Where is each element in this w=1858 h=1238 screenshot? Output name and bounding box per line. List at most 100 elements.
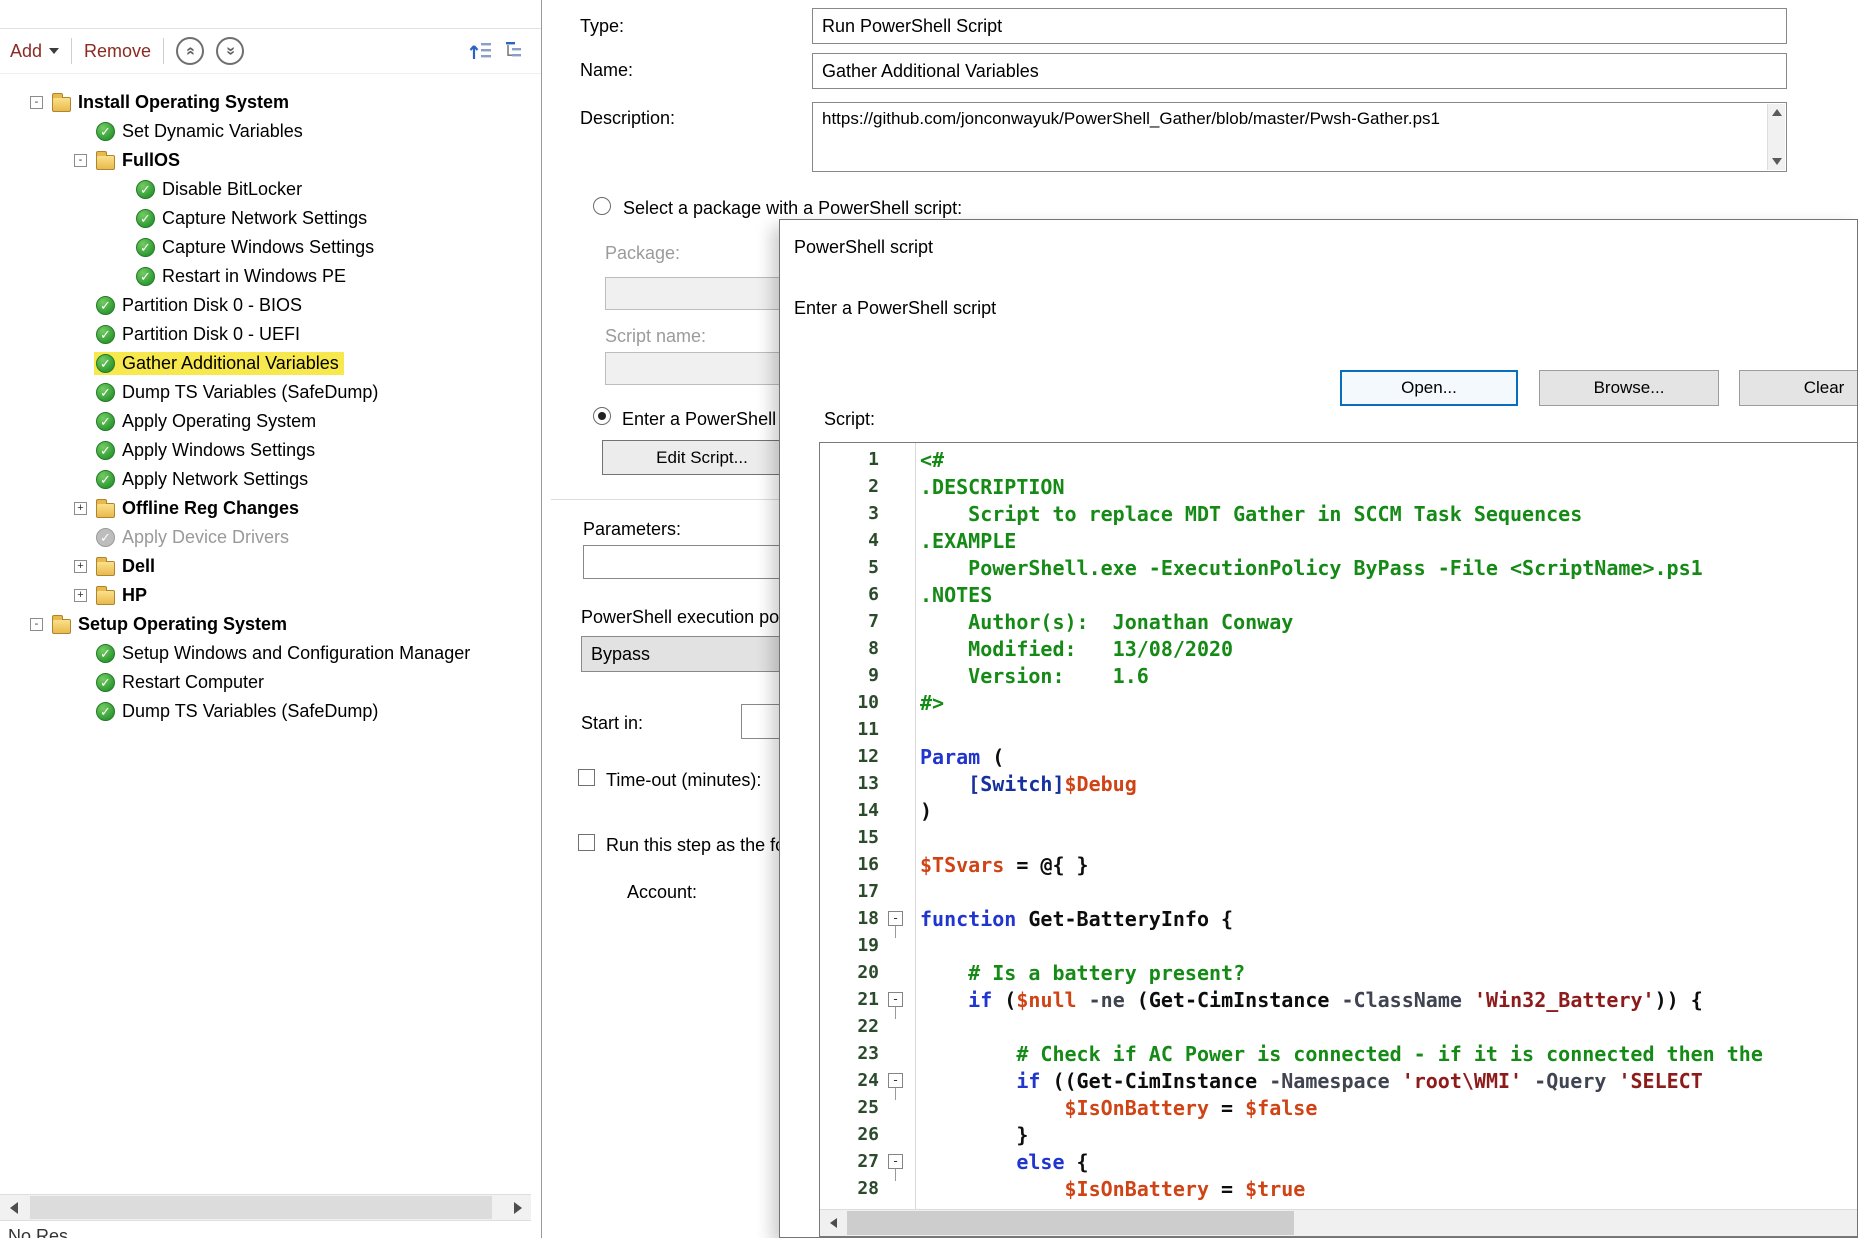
tree-item-label: FullOS [122,150,180,171]
scroll-right-arrow-icon[interactable] [504,1195,531,1220]
tree-view-buttons [468,29,529,73]
scroll-down-arrow-icon[interactable] [1768,153,1785,170]
tree-item-label: Capture Network Settings [162,208,367,229]
add-button[interactable]: Add [10,41,59,62]
scroll-left-arrow-icon[interactable] [820,1210,847,1236]
expand-all-icon[interactable] [503,38,529,64]
account-label: Account: [627,882,697,903]
step-check-icon: ✓ [96,702,115,721]
tree-item-install-operating-system[interactable]: -Install Operating System [0,88,541,117]
expand-icon[interactable]: + [74,589,87,602]
collapse-icon[interactable]: - [74,154,87,167]
tree-item-apply-operating-system[interactable]: ✓Apply Operating System [0,407,541,436]
tree-item-hp[interactable]: +HP [0,581,541,610]
tree-item-setup-operating-system[interactable]: -Setup Operating System [0,610,541,639]
code-line: 6.NOTES [820,581,1857,608]
tree-item-capture-network-settings[interactable]: ✓Capture Network Settings [0,204,541,233]
run-as-checkbox[interactable] [578,834,595,851]
move-up-button[interactable]: » [176,37,204,65]
tree-item-dump-ts-variables-safedump[interactable]: ✓ Dump TS Variables (SafeDump) [0,697,541,726]
description-field[interactable]: https://github.com/jonconwayuk/PowerShel… [812,102,1787,172]
tree-item-label: Dump TS Variables (SafeDump) [122,701,378,722]
timeout-checkbox[interactable] [578,769,595,786]
tree-item-label: Gather Additional Variables [122,353,339,374]
step-check-icon: ✓ [96,354,115,373]
step-check-icon: ✓ [136,238,155,257]
select-package-radio-label: Select a package with a PowerShell scrip… [623,198,962,219]
open-button[interactable]: Open... [1340,370,1518,406]
line-number: 17 [820,881,879,902]
scrollbar-thumb[interactable] [30,1196,492,1219]
scroll-up-arrow-icon[interactable] [1768,104,1785,121]
script-label: Script: [824,409,875,430]
tree-item-capture-windows-settings[interactable]: ✓Capture Windows Settings [0,233,541,262]
code-line: 13 [Switch]$Debug [820,770,1857,797]
tree-horizontal-scrollbar[interactable] [0,1194,531,1221]
tree-item-apply-windows-settings[interactable]: ✓Apply Windows Settings [0,436,541,465]
clear-button[interactable]: Clear [1739,370,1858,406]
move-down-button[interactable]: » [216,37,244,65]
description-label: Description: [580,108,675,129]
collapse-icon[interactable]: - [30,618,43,631]
parameters-field[interactable] [583,545,803,579]
tree-item-set-dynamic-variables[interactable]: ✓Set Dynamic Variables [0,117,541,146]
scrollbar-thumb[interactable] [847,1211,1294,1235]
expand-icon[interactable]: + [74,502,87,515]
add-dropdown-caret-icon[interactable] [49,48,59,54]
name-field[interactable]: Gather Additional Variables [812,53,1787,89]
script-code-editor[interactable]: 1<#2.DESCRIPTION3 Script to replace MDT … [819,442,1858,1237]
execution-policy-select[interactable]: Bypass [581,636,803,672]
tree-item-dell[interactable]: +Dell [0,552,541,581]
remove-button-label: Remove [84,41,151,62]
collapse-all-icon[interactable] [468,38,494,64]
tree-item-label: Offline Reg Changes [122,498,299,519]
select-package-radio[interactable] [593,197,611,215]
tree-item-label: Apply Device Drivers [122,527,289,548]
description-scrollbar[interactable] [1767,104,1785,170]
line-number: 6 [820,584,879,605]
tree-item-fullos[interactable]: - FullOS [0,146,541,175]
tree-item-apply-device-drivers[interactable]: ✓Apply Device Drivers [0,523,541,552]
tree-toolbar: Add Remove » » [0,28,541,74]
edit-script-button[interactable]: Edit Script... [602,440,802,475]
group-separator [551,499,779,500]
line-number: 9 [820,665,879,686]
group-folder-icon [52,97,71,112]
fold-collapse-icon[interactable]: - [888,911,903,926]
fold-collapse-icon[interactable]: - [888,1154,903,1169]
editor-horizontal-scrollbar[interactable] [820,1209,1857,1236]
group-folder-icon [96,561,115,576]
tree-item-apply-network-settings[interactable]: ✓Apply Network Settings [0,465,541,494]
remove-button[interactable]: Remove [84,41,151,62]
scroll-left-arrow-icon[interactable] [0,1195,27,1220]
code-text: PowerShell.exe -ExecutionPolicy ByPass -… [920,556,1703,580]
group-folder-icon [96,155,115,170]
status-text: No Res [8,1226,68,1238]
tree-item-offline-reg-changes[interactable]: + Offline Reg Changes [0,494,541,523]
code-text: .DESCRIPTION [920,475,1065,499]
script-name-label: Script name: [605,326,706,347]
expand-icon[interactable]: + [74,560,87,573]
code-line: 20 # Is a battery present? [820,959,1857,986]
tree-item-partition-disk-0-bios[interactable]: ✓Partition Disk 0 - BIOS [0,291,541,320]
fold-collapse-icon[interactable]: - [888,992,903,1007]
code-line: 21- if ($null -ne (Get-CimInstance -Clas… [820,986,1857,1013]
code-line: 18-function Get-BatteryInfo { [820,905,1857,932]
collapse-icon[interactable]: - [30,96,43,109]
code-text: #> [920,691,944,715]
tree-item-disable-bitlocker[interactable]: ✓Disable BitLocker [0,175,541,204]
enter-script-radio[interactable] [593,407,611,425]
tree-item-partition-disk-0-uefi[interactable]: ✓Partition Disk 0 - UEFI [0,320,541,349]
code-text: Author(s): Jonathan Conway [920,610,1293,634]
tree-item-restart-computer[interactable]: ✓Restart Computer [0,668,541,697]
code-text: Script to replace MDT Gather in SCCM Tas… [920,502,1582,526]
tree-item-gather-additional-variables[interactable]: ✓ Gather Additional Variables [0,349,541,378]
tree-item-setup-windows-and-configuration-manager[interactable]: ✓Setup Windows and Configuration Manager [0,639,541,668]
fold-collapse-icon[interactable]: - [888,1073,903,1088]
browse-button[interactable]: Browse... [1539,370,1719,406]
code-line: 3 Script to replace MDT Gather in SCCM T… [820,500,1857,527]
chevron-up-icon: » [182,47,198,56]
tree-item-dump-ts-variables-safedump[interactable]: ✓Dump TS Variables (SafeDump) [0,378,541,407]
tree-item-restart-in-windows-pe[interactable]: ✓Restart in Windows PE [0,262,541,291]
line-number: 3 [820,503,879,524]
